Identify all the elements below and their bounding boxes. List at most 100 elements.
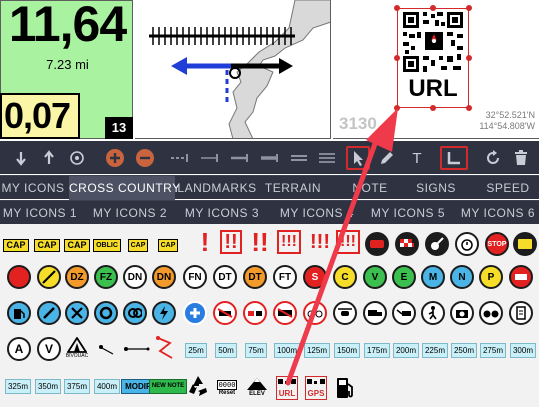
distance-400m-chip[interactable]: 400m (92, 378, 122, 394)
checkpoint-v-icon[interactable]: V (362, 264, 388, 290)
text-tool-button[interactable]: T (406, 146, 428, 170)
move-down-button[interactable] (10, 146, 32, 170)
line-style-triple-button[interactable] (316, 146, 338, 170)
corner-tool-button[interactable] (440, 146, 468, 170)
straight-line-icon[interactable] (122, 336, 152, 362)
danger-2-icon[interactable]: !! (216, 229, 246, 255)
checkpoint-m-icon[interactable]: M (420, 264, 446, 290)
checkered-flag-icon[interactable] (394, 231, 420, 257)
distance-375m-chip[interactable]: 375m (62, 378, 92, 394)
checkpoint-c-icon[interactable]: C (332, 264, 358, 290)
fuel-icon[interactable] (6, 300, 32, 326)
stop-s-icon[interactable]: S (302, 264, 328, 290)
document-icon[interactable] (508, 300, 534, 326)
resize-handle[interactable] (466, 105, 472, 111)
danger-2-icon[interactable]: !! (246, 229, 274, 255)
tools-icon[interactable] (36, 300, 62, 326)
undo-button[interactable] (482, 146, 504, 170)
new-note-button[interactable]: NEW NOTE (148, 378, 188, 394)
binoculars-icon[interactable] (478, 300, 504, 326)
cap-arrow-tag-icon[interactable]: CAP (124, 232, 152, 258)
distance-25m-chip[interactable]: 25m (182, 342, 210, 358)
reset-counter-button[interactable]: 0000 Reset (212, 374, 242, 402)
recycle-icon[interactable] (184, 372, 212, 400)
helicopter-icon[interactable] (332, 300, 358, 326)
url-qr-icon[interactable]: URL (273, 374, 301, 402)
tab-landmarks[interactable]: LANDMARKS (177, 176, 257, 200)
curve-left-icon[interactable] (94, 336, 120, 362)
cap-arrow-tag-icon[interactable]: CAP (154, 232, 182, 258)
tab-speed[interactable]: SPEED (478, 176, 538, 200)
cap-tag-icon[interactable]: CAP (63, 232, 91, 258)
zone-dt-icon[interactable]: DT (212, 264, 238, 290)
tab-note[interactable]: NOTE (330, 176, 410, 200)
pen-tool-button[interactable] (376, 146, 398, 170)
checkpoint-e-icon[interactable]: E (391, 264, 417, 290)
zone-ft-icon[interactable]: FT (272, 264, 298, 290)
zone-fn-icon[interactable]: FN (182, 264, 208, 290)
resize-handle[interactable] (430, 5, 436, 11)
distance-325m-chip[interactable]: 325m (3, 378, 33, 394)
parking-p-icon[interactable]: P (478, 264, 504, 290)
locate-button[interactable] (66, 146, 88, 170)
fuel-pump-icon[interactable] (332, 374, 358, 402)
zone-fz-icon[interactable]: FZ (93, 264, 119, 290)
distance-100m-chip[interactable]: 100m (272, 342, 302, 358)
roadbook-map-panel[interactable] (135, 0, 331, 139)
tab-my-icons-5[interactable]: MY ICONS 5 (368, 201, 448, 225)
hiker-icon[interactable] (420, 300, 446, 326)
stopwatch-icon[interactable] (454, 231, 480, 257)
select-tool-button[interactable] (346, 146, 370, 170)
distance-75m-chip[interactable]: 75m (242, 342, 270, 358)
distance-350m-chip[interactable]: 350m (33, 378, 63, 394)
tab-my-icons-3[interactable]: MY ICONS 3 (182, 201, 262, 225)
s-curve-icon[interactable] (152, 334, 178, 362)
letter-v-icon[interactable]: V (36, 336, 62, 362)
gps-qr-icon[interactable]: GPS (302, 374, 330, 402)
oblic-tag-icon[interactable]: OBLIC (92, 232, 122, 258)
tab-terrain[interactable]: TERRAIN (258, 176, 328, 200)
line-style-thick-button[interactable] (258, 146, 280, 170)
no-bikes-icon[interactable] (302, 300, 328, 326)
line-style-double-button[interactable] (288, 146, 310, 170)
tow-truck-icon[interactable] (391, 300, 417, 326)
resize-handle[interactable] (394, 105, 400, 111)
distance-300m-chip[interactable]: 300m (508, 342, 538, 358)
distance-200m-chip[interactable]: 200m (391, 342, 421, 358)
guitar-icon[interactable] (424, 231, 450, 257)
zoom-in-button[interactable] (104, 146, 126, 170)
tab-my-icons-6[interactable]: MY ICONS 6 (458, 201, 538, 225)
qr-code-panel[interactable]: URL 3130 32°52.521'N 114°54.808'W (333, 0, 539, 139)
truck-icon[interactable] (362, 300, 388, 326)
elevation-icon[interactable]: ELEV (243, 372, 271, 402)
line-style-medium-button[interactable] (228, 146, 250, 170)
delete-button[interactable] (510, 146, 532, 170)
line-style-thin-button[interactable] (198, 146, 220, 170)
resize-handle[interactable] (466, 5, 472, 11)
distance-125m-chip[interactable]: 125m (302, 342, 332, 358)
no-entry-icon[interactable] (508, 264, 534, 290)
distance-250m-chip[interactable]: 250m (449, 342, 479, 358)
tab-my-icons-1[interactable]: MY ICONS 1 (0, 201, 80, 225)
cap-tag-icon[interactable]: CAP (2, 232, 30, 258)
move-up-button[interactable] (38, 146, 60, 170)
cap-tag-icon[interactable]: CAP (33, 232, 61, 258)
resize-handle[interactable] (394, 5, 400, 11)
tab-signs[interactable]: SIGNS (408, 176, 464, 200)
distance-225m-chip[interactable]: 225m (420, 342, 450, 358)
tire-icon[interactable] (93, 300, 119, 326)
distance-50m-chip[interactable]: 50m (212, 342, 240, 358)
tires-icon[interactable] (122, 300, 148, 326)
danger-3-icon[interactable]: !!! (334, 229, 362, 255)
tab-cross-country[interactable]: CROSS COUNTRY (69, 176, 180, 200)
bivouac-icon[interactable]: BIVOUAC (62, 332, 92, 364)
danger-zone-icon[interactable] (6, 264, 32, 290)
resize-handle[interactable] (466, 55, 472, 61)
first-aid-icon[interactable] (182, 300, 208, 326)
tab-my-icons[interactable]: MY ICONS (0, 176, 66, 200)
flat-tire-icon[interactable] (364, 231, 390, 257)
tab-my-icons-4[interactable]: MY ICONS 4 (276, 201, 358, 225)
resize-handle[interactable] (430, 105, 436, 111)
no-trucks-icon[interactable] (272, 300, 298, 326)
distance-150m-chip[interactable]: 150m (332, 342, 362, 358)
